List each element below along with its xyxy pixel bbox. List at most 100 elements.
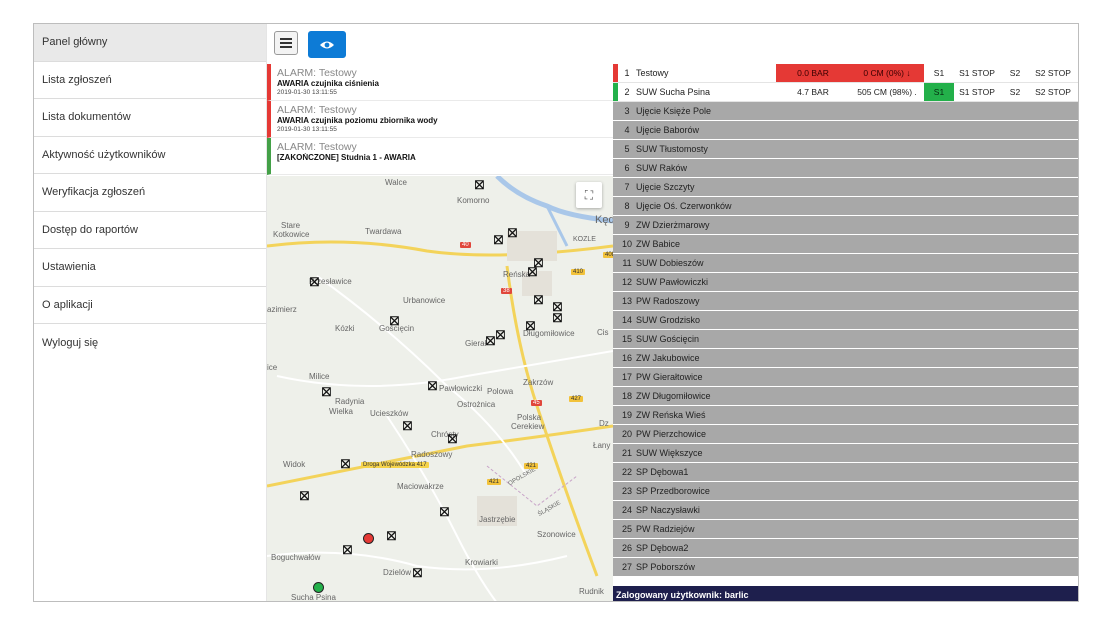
station-name: PW Gierałtowice (636, 372, 703, 382)
station-row[interactable]: 9 ZW Dzierżmarowy (613, 216, 1078, 235)
station-marker[interactable]: ⛝ (474, 179, 485, 191)
station-row[interactable]: 2 SUW Sucha Psina 4.7 BAR 505 CM (98%) .… (613, 83, 1078, 102)
station-number: 16 (621, 353, 632, 363)
station-row[interactable]: 1 Testowy 0.0 BAR 0 CM (0%) ↓ S1 S1 STOP… (613, 64, 1078, 83)
station-marker[interactable]: ⛝ (412, 567, 423, 579)
station-row[interactable]: 19 ZW Reńska Wieś (613, 406, 1078, 425)
station-s1[interactable]: S1 (924, 83, 954, 101)
station-marker[interactable]: ⛝ (439, 506, 450, 518)
station-number: 4 (624, 125, 630, 135)
alarm-desc: AWARIA czujnika poziomu zbiornika wody (277, 116, 438, 125)
station-marker[interactable]: ⛝ (493, 234, 504, 246)
station-s2[interactable]: S2 (1000, 83, 1030, 101)
station-row[interactable]: 3 Ujęcie Księże Pole (613, 102, 1078, 121)
station-marker[interactable]: ⛝ (389, 315, 400, 327)
station-row[interactable]: 24 SP Naczysławki (613, 501, 1078, 520)
station-marker[interactable]: ⛝ (552, 312, 563, 324)
station-row[interactable]: 20 PW Pierzchowice (613, 425, 1078, 444)
sidebar-item-wyloguj[interactable]: Wyloguj się (34, 324, 266, 362)
station-name: SP Naczysławki (636, 505, 700, 515)
menu-button[interactable] (274, 31, 298, 55)
station-row[interactable]: 5 SUW Tłustomosty (613, 140, 1078, 159)
station-row[interactable]: 26 SP Dębowa2 (613, 539, 1078, 558)
station-level: 0 CM (0%) ↓ (850, 64, 924, 82)
station-marker[interactable]: ⛝ (340, 458, 351, 470)
map-label: Polowa (487, 387, 514, 396)
sidebar-item-aktywnosc-uzytkownikow[interactable]: Aktywność użytkowników (34, 137, 266, 174)
station-marker[interactable]: ⛝ (525, 320, 536, 332)
fullscreen-button[interactable]: ⛶ (576, 182, 602, 208)
station-name: Testowy (636, 68, 669, 78)
station-row[interactable]: 14 SUW Grodzisko (613, 311, 1078, 330)
sidebar-item-weryfikacja-zgloszen[interactable]: Weryfikacja zgłoszeń (34, 174, 266, 212)
station-row[interactable]: 11 SUW Dobieszów (613, 254, 1078, 273)
map-label: Ostrożnica (457, 400, 496, 409)
station-row[interactable]: 16 ZW Jakubowice (613, 349, 1078, 368)
station-row[interactable]: 17 PW Gierałtowice (613, 368, 1078, 387)
station-s1-stop[interactable]: S1 STOP (954, 83, 1000, 101)
station-marker[interactable]: ⛝ (533, 294, 544, 306)
station-row[interactable]: 22 SP Dębowa1 (613, 463, 1078, 482)
station-row[interactable]: 21 SUW Większyce (613, 444, 1078, 463)
station-row[interactable]: 4 Ujęcie Baborów (613, 121, 1078, 140)
station-marker-ok[interactable] (313, 582, 324, 593)
toolbar (274, 31, 346, 59)
station-row[interactable]: 8 Ujęcie Oś. Czerwonków (613, 197, 1078, 216)
station-row[interactable]: 25 PW Radziejów (613, 520, 1078, 539)
map[interactable]: Walce Komorno Stare Kotkowice Twardawa K… (267, 176, 613, 601)
station-marker[interactable]: ⛝ (527, 266, 538, 278)
station-s1-stop[interactable]: S1 STOP (954, 64, 1000, 82)
station-s2-stop[interactable]: S2 STOP (1030, 64, 1076, 82)
map-label: Boguchwałów (271, 553, 321, 562)
station-name: Ujęcie Szczyty (636, 182, 695, 192)
station-s2-stop[interactable]: S2 STOP (1030, 83, 1076, 101)
map-label: Kęd (595, 214, 613, 226)
station-number: 26 (621, 543, 632, 553)
station-marker[interactable]: ⛝ (485, 335, 496, 347)
station-row[interactable]: 27 SP Poborszów (613, 558, 1078, 577)
station-marker[interactable]: ⛝ (342, 544, 353, 556)
map-label: Milice (309, 372, 330, 381)
station-pressure: 4.7 BAR (797, 87, 829, 97)
alarm-item[interactable]: ALARM: Testowy [ZAKOŃCZONE] Studnia 1 - … (267, 138, 613, 175)
station-row[interactable]: 12 SUW Pawłowiczki (613, 273, 1078, 292)
station-marker[interactable]: ⛝ (299, 490, 310, 502)
map-label: Urbanowice (403, 296, 446, 305)
view-button[interactable] (308, 31, 346, 58)
station-number: 12 (621, 277, 632, 287)
alarm-item[interactable]: ALARM: Testowy AWARIA czujnika ciśnienia… (267, 64, 613, 101)
station-name: SUW Grodzisko (636, 315, 701, 325)
station-marker[interactable]: ⛝ (447, 433, 458, 445)
station-s1[interactable]: S1 (924, 64, 954, 82)
map-road-label: Droga Wojewódzka 417 (361, 462, 429, 468)
station-marker-alarm[interactable] (363, 533, 374, 544)
station-marker[interactable]: ⛝ (309, 276, 320, 288)
sidebar-item-ustawienia[interactable]: Ustawienia (34, 249, 266, 287)
alarm-item[interactable]: ALARM: Testowy AWARIA czujnika poziomu z… (267, 101, 613, 138)
station-row[interactable]: 13 PW Radoszowy (613, 292, 1078, 311)
map-label: Łany (593, 441, 611, 450)
station-row[interactable]: 18 ZW Długomiłowice (613, 387, 1078, 406)
station-row[interactable]: 15 SUW Gościęcin (613, 330, 1078, 349)
station-row[interactable]: 7 Ujęcie Szczyty (613, 178, 1078, 197)
map-label: Zakrzów (523, 378, 554, 387)
station-marker[interactable]: ⛝ (321, 386, 332, 398)
map-label: Maciowakrze (397, 482, 444, 491)
station-row[interactable]: 23 SP Przedborowice (613, 482, 1078, 501)
fullscreen-icon: ⛶ (584, 187, 594, 202)
station-marker[interactable]: ⛝ (427, 380, 438, 392)
station-marker[interactable]: ⛝ (507, 227, 518, 239)
station-marker[interactable]: ⛝ (402, 420, 413, 432)
station-row[interactable]: 10 ZW Babice (613, 235, 1078, 254)
station-s2[interactable]: S2 (1000, 64, 1030, 82)
sidebar-item-panel-glowny[interactable]: Panel główny (34, 24, 266, 62)
sidebar-item-lista-zgloszen[interactable]: Lista zgłoszeń (34, 62, 266, 99)
sidebar-item-lista-dokumentow[interactable]: Lista dokumentów (34, 99, 266, 137)
sidebar-item-o-aplikacji[interactable]: O aplikacji (34, 287, 266, 324)
station-row[interactable]: 6 SUW Raków (613, 159, 1078, 178)
station-marker[interactable]: ⛝ (386, 530, 397, 542)
station-marker[interactable]: ⛝ (495, 329, 506, 341)
road-number: 427 (569, 396, 584, 402)
sidebar-item-dostep-do-raportow[interactable]: Dostęp do raportów (34, 212, 266, 249)
station-number: 24 (621, 505, 632, 515)
